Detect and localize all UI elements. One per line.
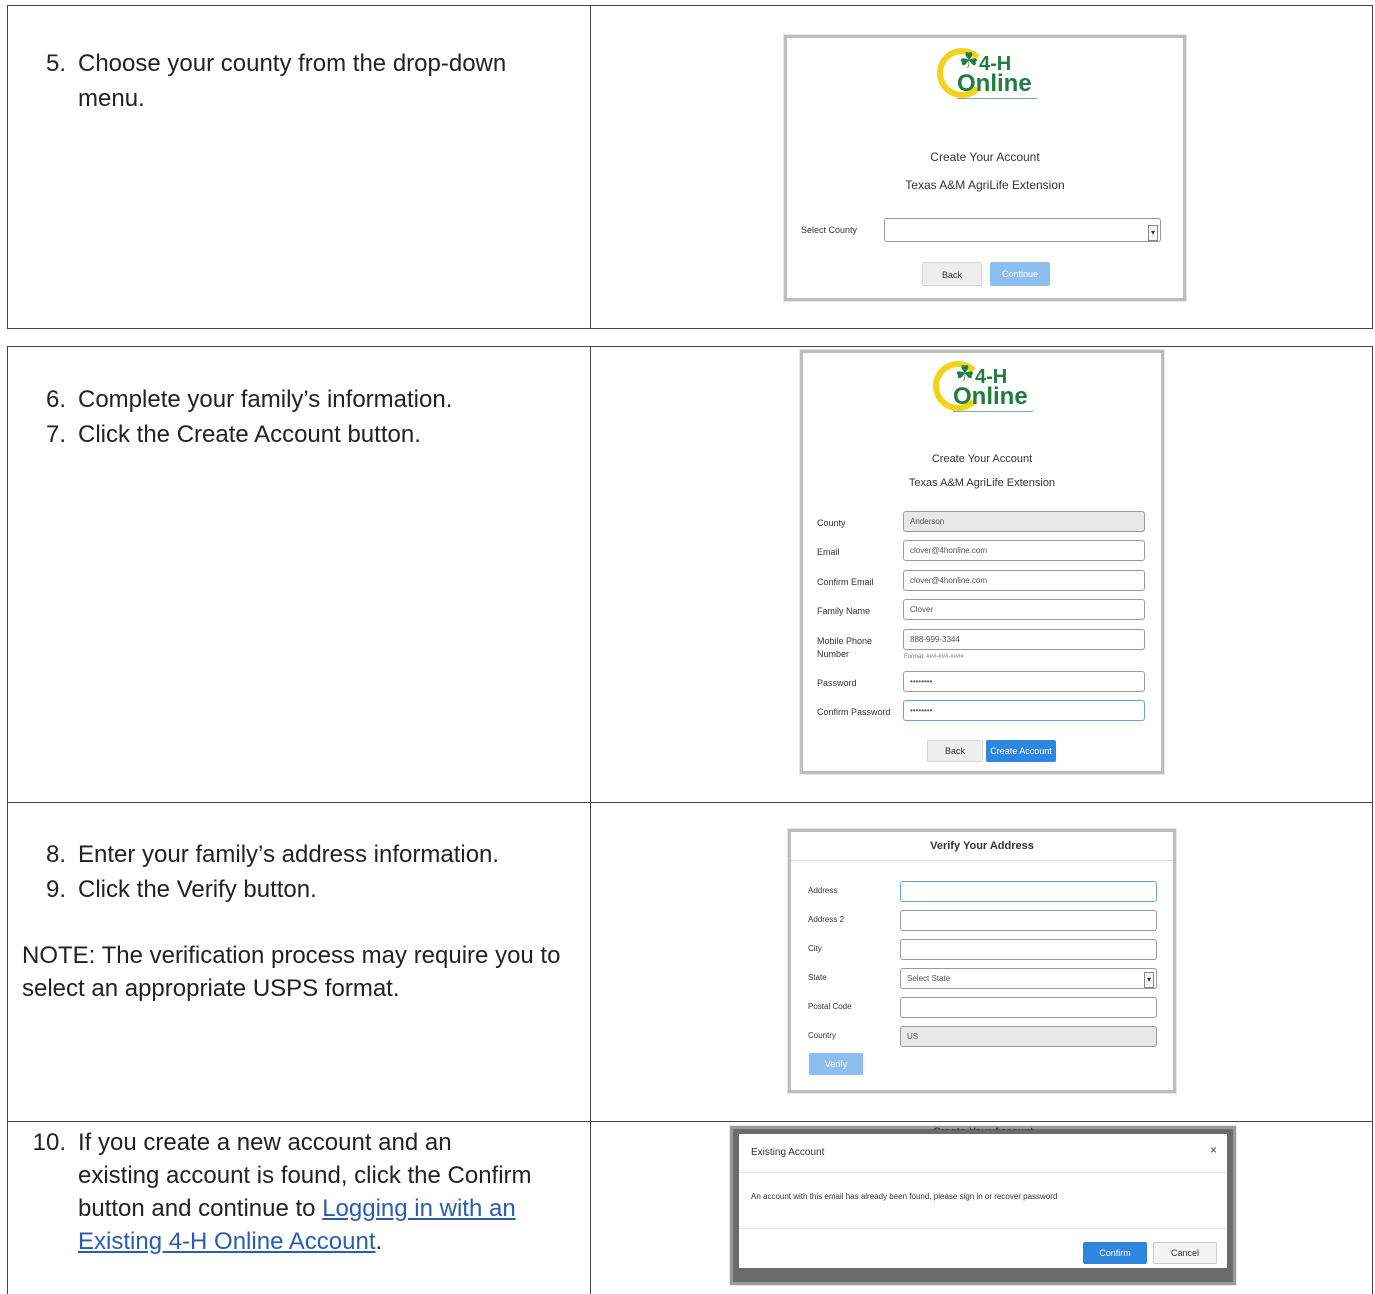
4h-online-logo: ☘ 4-H Online — [933, 359, 1043, 419]
postal-code-field[interactable] — [900, 997, 1157, 1018]
family-name-field[interactable]: Clover — [903, 599, 1145, 620]
state-label: State — [808, 973, 827, 982]
step-5: 5. Choose your county from the drop-down … — [45, 50, 507, 112]
county-label: County — [817, 518, 846, 528]
email-label: Email — [817, 547, 840, 557]
org-name: Texas A&M AgriLife Extension — [905, 178, 1065, 192]
column-divider — [590, 347, 591, 1294]
county-field: Anderson — [903, 511, 1145, 532]
form-title: Create Your Account — [930, 150, 1040, 164]
create-account-button[interactable]: Create Account — [986, 740, 1056, 762]
4h-online-logo: ☘ 4-H Online — [937, 46, 1047, 106]
step-7: 7. Click the Create Account button. — [45, 421, 421, 448]
modal-title: Existing Account — [751, 1147, 825, 1158]
city-label: City — [808, 944, 822, 953]
clover-icon: ☘ — [959, 48, 979, 73]
chevron-down-icon[interactable]: ▾ — [1144, 972, 1154, 988]
continue-button[interactable]: Continue — [990, 262, 1050, 286]
email-field[interactable]: clover@4honline.com — [903, 540, 1145, 561]
select-county-label: Select County — [801, 225, 858, 235]
verify-address-screenshot: Verify Your Address Address Address 2 Ci… — [788, 829, 1176, 1093]
address2-field[interactable] — [900, 910, 1157, 931]
chevron-down-icon[interactable]: ▾ — [1148, 225, 1158, 241]
existing-account-modal: Existing Account × An account with this … — [739, 1134, 1227, 1268]
close-icon[interactable]: × — [1210, 1143, 1217, 1157]
confirm-email-label: Confirm Email — [817, 577, 874, 587]
county-select[interactable]: ▾ — [884, 218, 1161, 242]
county-select-screenshot: ☘ 4-H Online Create Your Account Texas A… — [784, 35, 1186, 301]
address2-label: Address 2 — [808, 915, 845, 924]
modal-message: An account with this email has already b… — [751, 1192, 1058, 1201]
address-field[interactable] — [900, 881, 1157, 902]
existing-account-screenshot: Create Your Account Existing Account × A… — [730, 1126, 1236, 1285]
create-account-screenshot: ☘ 4-H Online Create Your Account Texas A… — [800, 350, 1164, 774]
confirm-password-field[interactable]: •••••••• — [903, 700, 1145, 721]
password-field[interactable]: •••••••• — [903, 671, 1145, 692]
confirm-password-label: Confirm Password — [817, 707, 891, 717]
step-10: 10. If you create a new account and an ex… — [32, 1129, 532, 1255]
step-6: 6. Complete your family’s information. — [45, 386, 453, 413]
clover-icon: ☘ — [955, 361, 975, 386]
confirm-email-field[interactable]: clover@4honline.com — [903, 570, 1145, 591]
step-9: 9. Click the Verify button. — [45, 876, 317, 903]
country-label: Country — [808, 1031, 837, 1040]
behind-title: Create Your Account — [733, 1126, 1233, 1130]
verify-button[interactable]: Verify — [809, 1053, 863, 1075]
cancel-button[interactable]: Cancel — [1153, 1242, 1217, 1264]
back-button[interactable]: Back — [927, 740, 983, 762]
confirm-button[interactable]: Confirm — [1083, 1242, 1147, 1264]
back-button[interactable]: Back — [922, 262, 982, 286]
table-rows-2-4: 6. Complete your family’s information. 7.… — [7, 346, 1373, 1294]
state-select[interactable]: Select State ▾ — [900, 968, 1157, 989]
password-label: Password — [817, 678, 857, 688]
note-text: NOTE: The verification process may requi… — [22, 942, 561, 1002]
mobile-phone-field[interactable]: 888-999-3344 — [903, 629, 1145, 650]
table-row-1: 5. Choose your county from the drop-down … — [7, 5, 1373, 329]
country-field: US — [900, 1026, 1157, 1047]
family-name-label: Family Name — [817, 606, 871, 616]
phone-format-hint: Format: ###-###-#### — [904, 654, 964, 660]
org-name: Texas A&M AgriLife Extension — [908, 477, 1056, 489]
postal-code-label: Postal Code — [808, 1002, 852, 1011]
city-field[interactable] — [900, 939, 1157, 960]
step-8: 8. Enter your family’s address informatio… — [45, 841, 500, 868]
mobile-phone-label: Mobile Phone Number — [817, 636, 873, 659]
form-title: Create Your Account — [931, 453, 1033, 465]
address-label: Address — [808, 886, 838, 895]
verify-title: Verify Your Address — [930, 840, 1034, 852]
column-divider — [590, 6, 591, 328]
